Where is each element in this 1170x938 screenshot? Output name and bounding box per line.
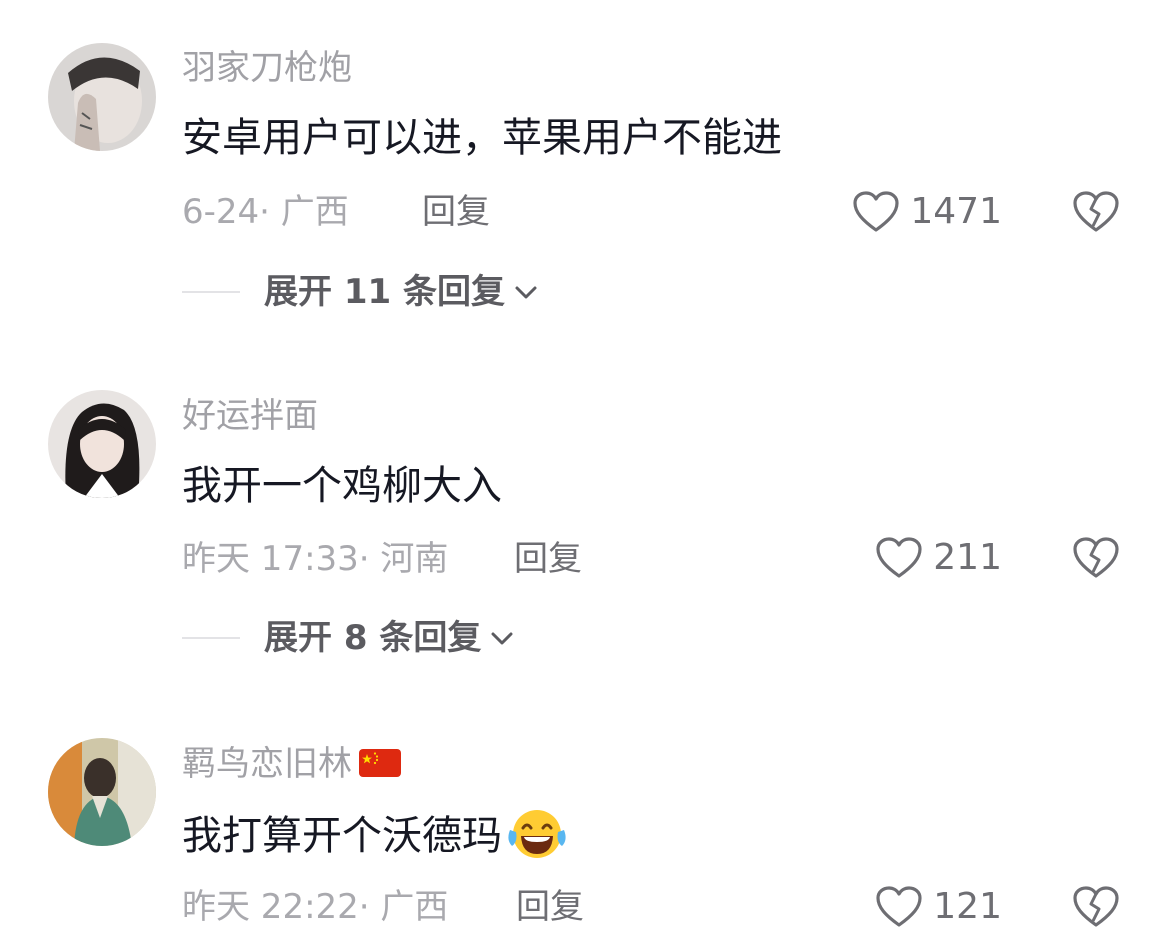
comment-text-content: 我打算开个沃德玛 xyxy=(182,813,502,859)
avatar[interactable] xyxy=(48,738,156,846)
avatar[interactable] xyxy=(48,43,156,151)
avatar-image xyxy=(48,390,156,498)
username-text: 羁鸟恋旧林 xyxy=(182,744,352,784)
broken-heart-icon xyxy=(1073,537,1119,578)
expand-replies-label: 展开 11 条回复 xyxy=(264,272,505,312)
username[interactable]: 好运拌面 xyxy=(182,396,318,436)
heart-icon xyxy=(853,191,899,232)
expand-replies-button[interactable]: 展开 11 条回复 xyxy=(182,272,539,312)
username[interactable]: 羁鸟恋旧林 xyxy=(182,744,402,784)
avatar-image xyxy=(48,43,156,151)
username[interactable]: 羽家刀枪炮 xyxy=(182,48,352,88)
comment-meta: 昨天 17:33· 河南 xyxy=(182,539,449,579)
like-button[interactable]: 211 xyxy=(875,536,1002,580)
chevron-down-icon xyxy=(491,632,513,645)
chevron-down-icon xyxy=(515,286,537,299)
comment-meta: 6-24· 广西 xyxy=(182,192,349,232)
like-count: 1471 xyxy=(910,191,1002,232)
comment-text: 我开一个鸡柳大入 xyxy=(182,463,502,509)
like-count: 211 xyxy=(933,537,1002,578)
tears-of-joy-emoji-icon xyxy=(508,810,566,858)
reply-button[interactable]: 回复 xyxy=(514,539,582,579)
divider-line xyxy=(182,291,240,293)
reply-button[interactable]: 回复 xyxy=(422,192,490,232)
like-button[interactable]: 1471 xyxy=(852,190,1002,234)
dislike-button[interactable] xyxy=(1072,536,1120,580)
comment-text: 我打算开个沃德玛 xyxy=(182,810,568,866)
reply-button[interactable]: 回复 xyxy=(516,887,584,927)
expand-replies-label: 展开 8 条回复 xyxy=(264,618,482,658)
dislike-button[interactable] xyxy=(1072,190,1120,234)
china-flag-icon xyxy=(359,748,401,777)
heart-icon xyxy=(876,537,922,578)
divider-line xyxy=(182,637,240,639)
like-button[interactable]: 121 xyxy=(875,885,1002,929)
avatar[interactable] xyxy=(48,390,156,498)
broken-heart-icon xyxy=(1073,191,1119,232)
like-count: 121 xyxy=(933,886,1002,927)
expand-replies-button[interactable]: 展开 8 条回复 xyxy=(182,618,515,658)
avatar-image xyxy=(48,738,156,846)
heart-icon xyxy=(876,886,922,927)
broken-heart-icon xyxy=(1073,886,1119,927)
dislike-button[interactable] xyxy=(1072,885,1120,929)
comment-text: 安卓用户可以进，苹果用户不能进 xyxy=(182,115,782,161)
comment-meta: 昨天 22:22· 广西 xyxy=(182,887,449,927)
